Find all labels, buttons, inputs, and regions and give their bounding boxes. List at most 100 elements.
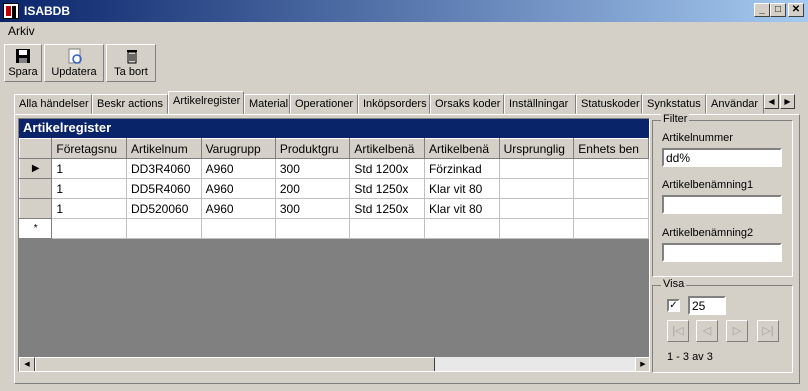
description2-label: Artikelbenämning2 — [662, 227, 754, 239]
menu-arkiv[interactable]: Arkiv — [8, 24, 35, 38]
filter-group: Filter Artikelnummer Artikelbenämning1 A… — [652, 113, 793, 277]
show-checkbox[interactable]: ✓ — [667, 299, 680, 312]
refresh-button[interactable]: Updatera — [44, 44, 104, 82]
show-legend: Visa — [661, 278, 687, 290]
table-row[interactable]: ▶ 1 DD3R4060 A960 300 Std 1200x Förzinka… — [19, 158, 649, 179]
cell[interactable]: Förzinkad — [424, 158, 500, 179]
row-header[interactable] — [19, 198, 53, 219]
article-grid: Artikelregister Företagsnu Artikelnum Va… — [18, 118, 650, 372]
cell[interactable]: 1 — [51, 178, 127, 199]
cell[interactable] — [126, 218, 202, 239]
column-header[interactable]: Produktgru — [274, 138, 351, 159]
cell[interactable]: A960 — [201, 158, 276, 179]
cell[interactable]: Klar vit 80 — [424, 178, 500, 199]
cell[interactable]: 200 — [275, 178, 351, 199]
first-page-button[interactable]: |◁ — [667, 320, 689, 342]
app-icon — [3, 3, 19, 19]
cell[interactable]: DD5R4060 — [126, 178, 202, 199]
article-number-label: Artikelnummer — [662, 132, 733, 144]
floppy-icon — [16, 49, 30, 63]
description1-input[interactable] — [662, 195, 782, 214]
horizontal-scrollbar[interactable]: ◀ ▶ — [19, 357, 649, 371]
cell[interactable] — [573, 178, 649, 199]
tab-scroll-right-button[interactable]: ▶ — [780, 94, 795, 109]
title-bar: ISABDB _ □ ✕ — [0, 0, 808, 22]
tab-scroll-left-button[interactable]: ◀ — [764, 94, 779, 109]
scroll-right-icon[interactable]: ▶ — [635, 357, 649, 371]
filter-legend: Filter — [661, 113, 690, 125]
refresh-icon — [68, 48, 82, 64]
scroll-thumb[interactable] — [35, 357, 435, 371]
cell[interactable] — [499, 178, 575, 199]
minimize-button[interactable]: _ — [754, 3, 770, 17]
column-header[interactable]: Ursprunglig — [498, 138, 575, 159]
row-header-corner — [19, 138, 53, 159]
range-text: 1 - 3 av 3 — [667, 351, 713, 363]
cell[interactable]: Std 1250x — [349, 198, 425, 219]
tab-statuskoder[interactable]: Statuskoder — [576, 94, 642, 114]
show-group: Visa ✓ |◁ ◁ ▷ ▷| 1 - 3 av 3 — [652, 278, 793, 373]
scroll-left-icon[interactable]: ◀ — [19, 357, 35, 371]
tab-alla-handelser[interactable]: Alla händelser — [14, 94, 92, 114]
tab-inkopsorders[interactable]: Inköpsorders — [358, 94, 430, 114]
cell[interactable] — [499, 158, 575, 179]
description2-input[interactable] — [662, 243, 782, 262]
tab-material[interactable]: Material — [244, 94, 290, 114]
tab-orsaks-koder[interactable]: Orsaks koder — [430, 94, 504, 114]
column-header[interactable]: Företagsnu — [51, 138, 127, 159]
cell[interactable] — [499, 218, 575, 239]
description1-label: Artikelbenämning1 — [662, 179, 754, 191]
cell[interactable]: DD3R4060 — [126, 158, 202, 179]
column-header[interactable]: Artikelnum — [126, 138, 202, 159]
menu-bar: Arkiv — [0, 22, 808, 40]
tab-operationer[interactable]: Operationer — [290, 94, 358, 114]
cell[interactable]: Klar vit 80 — [424, 198, 500, 219]
tab-installningar[interactable]: Inställningar — [504, 94, 576, 114]
cell[interactable] — [573, 198, 649, 219]
header-row: Företagsnu Artikelnum Varugrupp Produktg… — [19, 138, 649, 159]
column-header[interactable]: Enhets ben — [573, 138, 649, 159]
row-header[interactable] — [19, 178, 53, 199]
cell[interactable] — [499, 198, 575, 219]
cell[interactable]: Std 1250x — [349, 178, 425, 199]
cell[interactable]: A960 — [201, 178, 276, 199]
cell[interactable] — [573, 158, 649, 179]
tab-beskr-actions[interactable]: Beskr actions — [92, 94, 168, 114]
tab-synkstatus[interactable]: Synkstatus — [642, 94, 706, 114]
page-size-input[interactable] — [688, 296, 726, 315]
cell[interactable]: 1 — [51, 158, 127, 179]
article-number-input[interactable] — [662, 148, 782, 167]
cell[interactable]: A960 — [201, 198, 276, 219]
cell[interactable] — [51, 218, 127, 239]
delete-button[interactable]: Ta bort — [106, 44, 156, 82]
column-header[interactable]: Varugrupp — [200, 138, 276, 159]
data-table: Företagsnu Artikelnum Varugrupp Produktg… — [19, 138, 649, 239]
cell[interactable]: 300 — [275, 158, 351, 179]
cell[interactable]: 1 — [51, 198, 127, 219]
next-page-button[interactable]: ▷ — [726, 320, 748, 342]
table-row[interactable]: 1 DD5R4060 A960 200 Std 1250x Klar vit 8… — [19, 178, 649, 199]
tab-artikelregister[interactable]: Artikelregister — [168, 91, 244, 114]
trash-icon — [127, 50, 137, 64]
cell[interactable]: 300 — [275, 198, 351, 219]
last-page-button[interactable]: ▷| — [757, 320, 779, 342]
grid-title: Artikelregister — [19, 119, 649, 138]
maximize-button[interactable]: □ — [770, 3, 786, 17]
new-row-marker[interactable]: * — [19, 218, 53, 239]
current-row-arrow-icon[interactable]: ▶ — [19, 158, 53, 179]
close-button[interactable]: ✕ — [788, 3, 804, 17]
column-header[interactable]: Artikelbenä — [349, 138, 425, 159]
new-row[interactable]: * — [19, 218, 649, 239]
cell[interactable] — [275, 218, 351, 239]
table-row[interactable]: 1 DD520060 A960 300 Std 1250x Klar vit 8… — [19, 198, 649, 219]
prev-page-button[interactable]: ◁ — [696, 320, 718, 342]
column-header[interactable]: Artikelbenä — [423, 138, 500, 159]
tab-anvandare[interactable]: Användar — [706, 94, 764, 114]
cell[interactable]: Std 1200x — [349, 158, 425, 179]
save-button[interactable]: Spara — [4, 44, 42, 82]
cell[interactable]: DD520060 — [126, 198, 202, 219]
cell[interactable] — [349, 218, 425, 239]
cell[interactable] — [573, 218, 649, 239]
cell[interactable] — [201, 218, 276, 239]
cell[interactable] — [424, 218, 500, 239]
